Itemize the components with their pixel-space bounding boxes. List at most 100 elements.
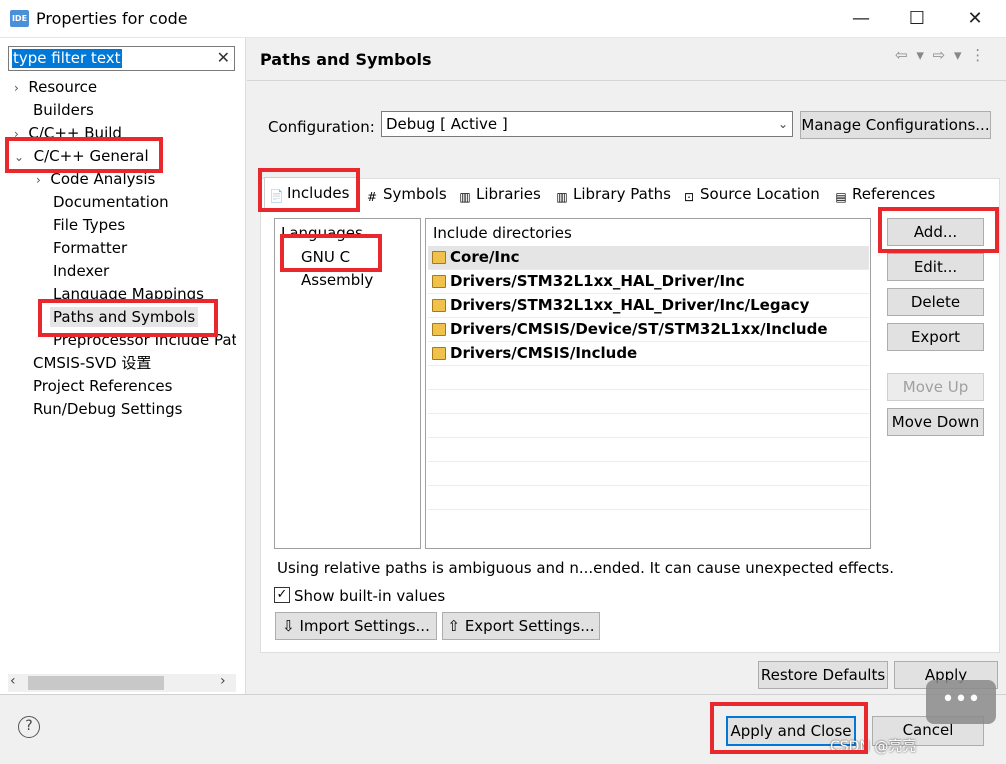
tab-source-location[interactable]: ⊡ Source Location <box>678 179 820 209</box>
minimize-icon[interactable]: — <box>832 0 890 38</box>
tree-item-label: File Types <box>53 216 126 234</box>
tree-item-label: Language Mappings <box>53 285 204 303</box>
include-path: Drivers/CMSIS/Device/ST/STM32L1xx/Includ… <box>450 320 828 338</box>
tab-symbols[interactable]: # Symbols <box>361 179 447 209</box>
tree-item-documentation[interactable]: Documentation <box>53 192 169 212</box>
manage-configurations-button[interactable]: Manage Configurations... <box>800 111 991 139</box>
languages-header: Languages <box>281 224 363 242</box>
include-folder-icon <box>432 323 446 336</box>
scroll-left-icon[interactable]: ‹ <box>10 673 16 689</box>
include-path: Drivers/STM32L1xx_HAL_Driver/Inc/Legacy <box>450 296 810 314</box>
include-folder-icon <box>432 299 446 312</box>
table-row[interactable]: Drivers/CMSIS/Device/ST/STM32L1xx/Includ… <box>428 318 869 342</box>
tree-item-cmsis-svd[interactable]: CMSIS-SVD 设置 <box>33 353 151 373</box>
configuration-label: Configuration: <box>268 118 375 136</box>
tree-item-builders[interactable]: Builders <box>33 100 94 120</box>
tree-item-project-references[interactable]: Project References <box>33 376 172 396</box>
table-row-empty <box>428 390 869 414</box>
tree-item-language-mappings[interactable]: Language Mappings <box>53 284 204 304</box>
tree-item-code-analysis[interactable]: › Code Analysis <box>36 169 155 190</box>
move-down-button[interactable]: Move Down <box>887 408 984 436</box>
tree-item-cpp-general[interactable]: ⌄ C/C++ General <box>14 146 149 167</box>
tab-label: Source Location <box>700 185 820 203</box>
table-row-empty <box>428 438 869 462</box>
divider <box>247 80 1006 81</box>
restore-defaults-button[interactable]: Restore Defaults <box>758 661 888 689</box>
tree-item-file-types[interactable]: File Types <box>53 215 125 235</box>
tree-item-label: Paths and Symbols <box>53 308 196 326</box>
navigation-arrows-icon[interactable]: ⇦ ▾ ⇨ ▾ ⋮ <box>895 46 987 64</box>
horizontal-scrollbar[interactable]: ‹ › <box>8 673 236 692</box>
show-builtin-label: Show built-in values <box>294 587 446 605</box>
import-icon: ⇩ <box>282 617 300 635</box>
tree-item-label: Run/Debug Settings <box>33 400 183 418</box>
tree-item-label: Project References <box>33 377 173 395</box>
tab-references[interactable]: ▤ References <box>830 179 935 209</box>
include-folder-icon <box>432 275 446 288</box>
move-up-button[interactable]: Move Up <box>887 373 984 401</box>
watermark: CSDN @亮亮 <box>830 739 917 755</box>
clear-filter-icon[interactable]: ✕ <box>217 48 230 67</box>
tree-item-paths-and-symbols[interactable]: Paths and Symbols <box>50 307 199 327</box>
scroll-right-icon[interactable]: › <box>220 673 226 689</box>
import-settings-button[interactable]: ⇩ Import Settings... <box>275 612 437 640</box>
chevron-right-icon[interactable]: › <box>14 81 19 95</box>
chevron-right-icon[interactable]: › <box>36 173 41 187</box>
tree-item-preprocessor-include[interactable]: Preprocessor Include Path <box>53 330 236 350</box>
include-folder-icon <box>432 251 446 264</box>
show-builtin-checkbox[interactable]: ✓ <box>274 587 290 603</box>
tree-item-resource[interactable]: › Resource <box>14 77 97 98</box>
tree-item-label: Documentation <box>53 193 169 211</box>
includes-icon: 📄 <box>269 189 284 203</box>
relative-path-warning: Using relative paths is ambiguous and n.… <box>277 559 894 577</box>
tree-item-cpp-build[interactable]: › C/C++ Build <box>14 123 122 144</box>
filter-input[interactable]: type filter text ✕ <box>8 46 235 71</box>
divider <box>0 694 1006 695</box>
help-icon[interactable]: ? <box>18 716 40 738</box>
tab-includes[interactable]: 📄 Includes <box>264 177 360 209</box>
add-button[interactable]: Add... <box>887 218 984 246</box>
table-row[interactable]: Drivers/CMSIS/Include <box>428 342 869 366</box>
tree-item-label: Resource <box>28 78 98 96</box>
language-item-gnu-c[interactable]: GNU C <box>301 248 350 266</box>
table-row-empty <box>428 366 869 390</box>
include-path: Drivers/CMSIS/Include <box>450 344 638 362</box>
table-row-empty <box>428 486 869 510</box>
table-row[interactable]: Core/Inc <box>428 246 869 270</box>
include-directories-table[interactable]: Include directories Core/Inc Drivers/STM… <box>425 218 871 549</box>
languages-list[interactable]: Languages GNU C Assembly <box>274 218 421 549</box>
export-button[interactable]: Export <box>887 323 984 351</box>
tree-item-label: Indexer <box>53 262 110 280</box>
edit-button[interactable]: Edit... <box>887 253 984 281</box>
table-row-empty <box>428 462 869 486</box>
tree-item-formatter[interactable]: Formatter <box>53 238 127 258</box>
tree-item-run-debug-settings[interactable]: Run/Debug Settings <box>33 399 182 419</box>
chevron-down-icon[interactable]: ⌄ <box>14 150 24 164</box>
maximize-icon[interactable]: ☐ <box>888 0 946 38</box>
source-folder-icon: ⊡ <box>683 190 695 204</box>
title-bar: IDE Properties for code — ☐ ✕ <box>0 0 1006 38</box>
chevron-down-icon[interactable]: ⌄ <box>778 112 788 136</box>
export-icon: ⇧ <box>447 617 465 635</box>
close-icon[interactable]: ✕ <box>946 0 1004 38</box>
configuration-select[interactable]: Debug [ Active ] ⌄ <box>381 111 793 137</box>
table-row[interactable]: Drivers/STM32L1xx_HAL_Driver/Inc <box>428 270 869 294</box>
tab-libraries[interactable]: ▥ Libraries <box>454 179 540 209</box>
filter-input-text[interactable]: type filter text <box>12 49 122 68</box>
page-title: Paths and Symbols <box>260 50 432 69</box>
library-icon: ▥ <box>556 190 568 204</box>
table-row[interactable]: Drivers/STM32L1xx_HAL_Driver/Inc/Legacy <box>428 294 869 318</box>
delete-button[interactable]: Delete <box>887 288 984 316</box>
export-settings-button[interactable]: ⇧ Export Settings... <box>442 612 600 640</box>
chevron-right-icon[interactable]: › <box>14 127 19 141</box>
ide-app-icon: IDE <box>10 10 29 27</box>
language-item-assembly[interactable]: Assembly <box>301 271 373 289</box>
include-path: Drivers/STM32L1xx_HAL_Driver/Inc <box>450 272 745 290</box>
tree-item-indexer[interactable]: Indexer <box>53 261 109 281</box>
tab-library-paths[interactable]: ▥ Library Paths <box>551 179 671 209</box>
scrollbar-thumb[interactable] <box>28 676 164 690</box>
tree-item-label: Builders <box>33 101 94 119</box>
tree-item-label: C/C++ Build <box>28 124 122 142</box>
properties-page: Paths and Symbols ⇦ ▾ ⇨ ▾ ⋮ Configuratio… <box>247 38 1006 694</box>
table-row-empty <box>428 414 869 438</box>
